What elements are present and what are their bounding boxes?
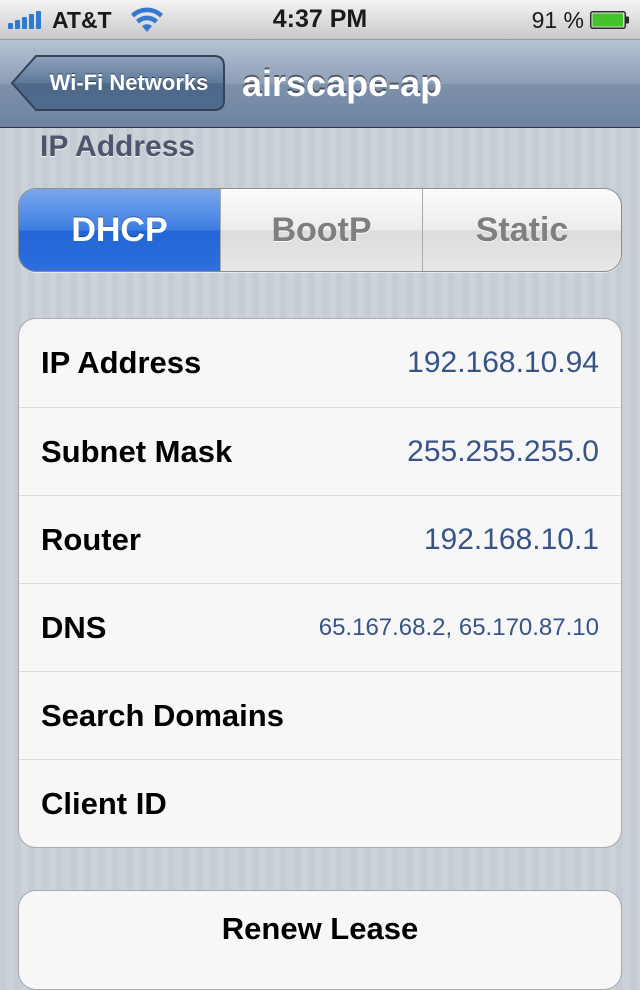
- table-row-router: Router 192.168.10.1: [19, 495, 621, 583]
- status-bar: AT&T 4:37 PM 91 %: [0, 0, 640, 40]
- segment-bootp[interactable]: BootP: [220, 189, 422, 271]
- table-row-dns: DNS 65.167.68.2, 65.170.87.10: [19, 583, 621, 671]
- row-label: Subnet Mask: [41, 434, 233, 469]
- row-value: 192.168.10.94: [407, 346, 599, 379]
- table-row-search-domains: Search Domains: [19, 671, 621, 759]
- row-label: Client ID: [41, 786, 167, 821]
- segment-dhcp[interactable]: DHCP: [19, 189, 220, 271]
- row-label: IP Address: [41, 345, 202, 380]
- row-value: 255.255.255.0: [407, 435, 599, 468]
- segment-static[interactable]: Static: [422, 189, 621, 271]
- back-button-label: Wi-Fi Networks: [49, 70, 209, 95]
- renew-lease-label: Renew Lease: [221, 911, 419, 946]
- renew-lease-button[interactable]: Renew Lease: [18, 890, 622, 990]
- battery-percent: 91 %: [531, 7, 584, 33]
- section-header-ip-address: IP Address: [40, 130, 196, 163]
- battery-icon: [590, 11, 629, 29]
- row-value: 65.167.68.2, 65.170.87.10: [318, 614, 599, 641]
- ip-details-table: IP Address 192.168.10.94 Subnet Mask 255…: [18, 318, 622, 848]
- navigation-bar: Wi-Fi Networks airscape-ap: [0, 40, 640, 128]
- page-title: airscape-ap: [242, 63, 443, 104]
- back-button-wifi-networks[interactable]: Wi-Fi Networks: [10, 54, 226, 112]
- row-label: Router: [41, 522, 141, 557]
- ip-mode-segmented-control: DHCP BootP Static: [18, 188, 622, 272]
- table-row-ip-address: IP Address 192.168.10.94: [19, 319, 621, 407]
- row-label: DNS: [41, 610, 107, 645]
- table-row-subnet-mask: Subnet Mask 255.255.255.0: [19, 407, 621, 495]
- table-row-client-id[interactable]: Client ID: [19, 759, 621, 847]
- row-label: Search Domains: [41, 698, 284, 733]
- row-value: 192.168.10.1: [423, 523, 599, 556]
